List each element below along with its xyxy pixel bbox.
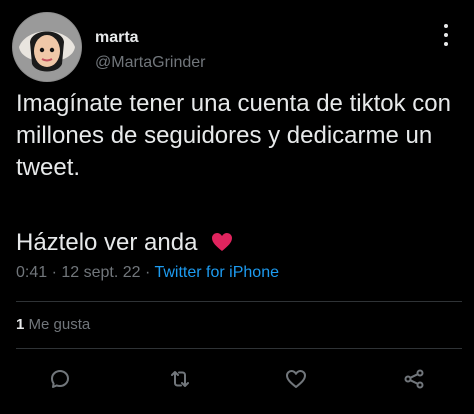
heart-outline-icon[interactable] <box>284 367 308 391</box>
likes-count: 1 <box>16 316 25 333</box>
tweet-text-second: Háztelo ver anda <box>16 229 198 256</box>
avatar-illustration <box>13 13 81 81</box>
retweet-icon[interactable] <box>168 367 192 391</box>
more-icon[interactable] <box>441 24 451 52</box>
likes-summary[interactable]: 1 Me gusta <box>16 316 90 333</box>
meta-separator: · <box>51 264 62 281</box>
tweet-time[interactable]: 0:41 <box>16 264 47 281</box>
display-name[interactable]: marta <box>95 29 139 47</box>
tweet-date[interactable]: 12 sept. 22 <box>61 264 140 281</box>
red-heart-emoji <box>210 230 234 254</box>
divider <box>16 348 462 349</box>
tweet-actions-bar <box>0 362 474 402</box>
likes-label: Me gusta <box>28 316 91 333</box>
tweet-text-line: Háztelo ver anda <box>16 229 234 257</box>
avatar[interactable] <box>12 12 82 82</box>
reply-icon[interactable] <box>48 367 72 391</box>
tweet-text: Imagínate tener una cuenta de tiktok con… <box>16 90 451 181</box>
tweet-metadata: 0:41 · 12 sept. 22 · Twitter for iPhone <box>16 264 279 282</box>
divider <box>16 301 462 302</box>
share-icon[interactable] <box>402 367 426 391</box>
username-handle[interactable]: @MartaGrinder <box>95 54 206 72</box>
tweet-source-link[interactable]: Twitter for iPhone <box>154 264 279 281</box>
